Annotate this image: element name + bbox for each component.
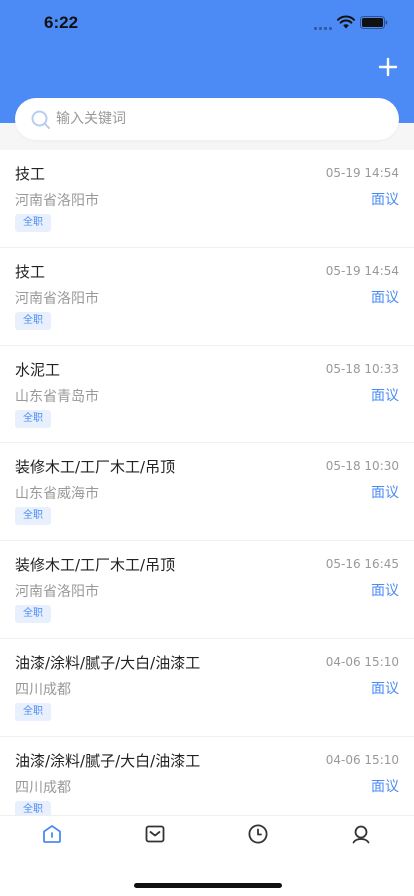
battery-icon [360,16,388,29]
job-title: 油漆/涂料/腻子/大白/油漆工 [15,751,201,770]
list-item[interactable]: 技工 05-19 14:54 河南省洛阳市 面议 全职 [0,248,414,346]
job-date: 04-06 15:10 [325,654,399,669]
list-item[interactable]: 油漆/涂料/腻子/大白/油漆工 04-06 15:10 四川成都 面议 全职 [0,737,414,815]
job-date: 05-16 16:45 [325,557,399,572]
status-bar: 6:22 [0,0,414,46]
job-type-badge: 全职 [15,409,51,428]
job-title: 技工 [15,165,46,183]
job-salary: 面议 [371,778,399,795]
job-title: 油漆/涂料/腻子/大白/油漆工 [15,653,201,672]
job-salary: 面议 [371,680,399,697]
job-location: 河南省洛阳市 [15,584,99,601]
job-date: 05-18 10:33 [325,361,399,376]
list-item[interactable]: 技工 05-19 14:54 河南省洛阳市 面议 全职 [0,150,414,248]
job-location: 山东省青岛市 [15,388,99,405]
job-salary: 面议 [371,583,399,600]
job-date: 04-06 15:10 [325,752,399,767]
job-location: 四川成都 [15,681,71,698]
job-salary: 面议 [371,485,399,502]
search-bar[interactable] [15,98,399,140]
job-type-badge: 全职 [15,507,51,526]
list-item[interactable]: 油漆/涂料/腻子/大白/油漆工 04-06 15:10 四川成都 面议 全职 [0,639,414,737]
search-input[interactable] [56,98,376,140]
job-type-badge: 全职 [15,702,51,721]
search-icon [31,110,50,129]
cellular-signal-icon [314,24,332,30]
status-time: 6:22 [44,13,79,32]
job-location: 河南省洛阳市 [15,290,99,307]
job-type-badge: 全职 [15,800,51,815]
message-icon[interactable] [143,822,167,846]
job-type-badge: 全职 [15,605,51,624]
job-title: 装修木工/工厂木工/吊顶 [15,458,176,477]
job-type-badge: 全职 [15,214,51,232]
job-date: 05-18 10:30 [325,459,399,474]
job-date: 05-19 14:54 [325,166,399,180]
job-type-badge: 全职 [15,311,51,330]
job-location: 山东省威海市 [15,486,99,503]
job-date: 05-19 14:54 [325,263,399,278]
job-location: 四川成都 [15,779,71,796]
job-list: 技工 05-19 14:54 河南省洛阳市 面议 全职 技工 05-19 14:… [0,150,414,815]
clock-icon[interactable] [246,822,270,846]
profile-icon[interactable] [349,822,373,846]
list-item[interactable]: 装修木工/工厂木工/吊顶 05-16 16:45 河南省洛阳市 面议 全职 [0,541,414,639]
job-title: 装修木工/工厂木工/吊顶 [15,556,176,575]
job-title: 水泥工 [15,360,61,379]
plus-icon[interactable] [376,55,400,79]
wifi-icon [337,15,355,29]
home-icon[interactable] [40,822,64,846]
job-salary: 面议 [371,192,399,208]
list-item[interactable]: 装修木工/工厂木工/吊顶 05-18 10:30 山东省威海市 面议 全职 [0,443,414,542]
job-salary: 面议 [371,289,399,306]
job-salary: 面议 [371,387,399,404]
list-item[interactable]: 水泥工 05-18 10:33 山东省青岛市 面议 全职 [0,346,414,444]
home-indicator [134,883,282,888]
job-location: 河南省洛阳市 [15,193,99,209]
job-title: 技工 [15,262,46,281]
